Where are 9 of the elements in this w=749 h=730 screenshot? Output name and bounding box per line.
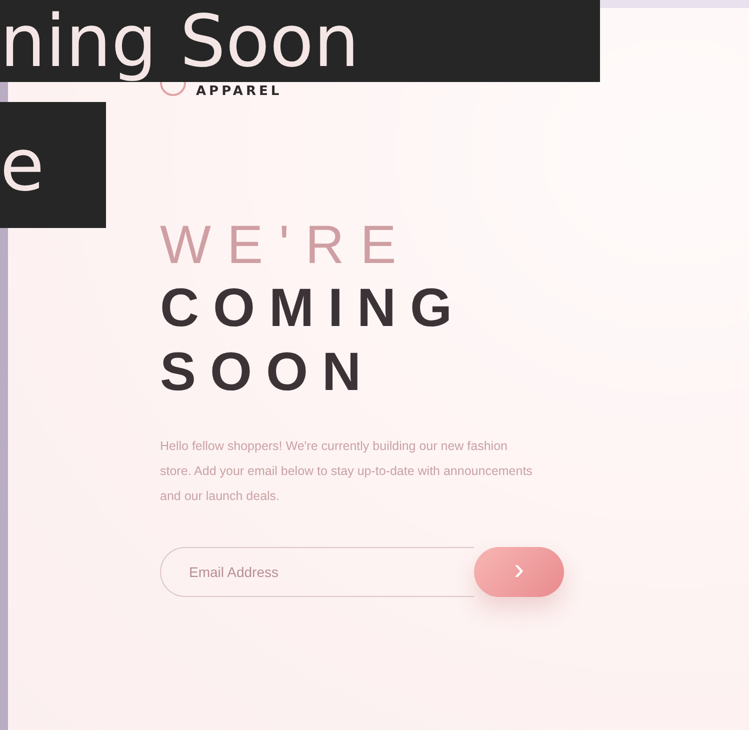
caption-overlay: e bbox=[0, 102, 106, 228]
logo-wordmark: APPAREL bbox=[196, 85, 282, 98]
headline-bold: COMING bbox=[160, 277, 467, 340]
headline-light: WE'RE bbox=[160, 214, 414, 276]
submit-button[interactable]: › bbox=[474, 547, 564, 597]
description-text: Hello fellow shoppers! We're currently building our new fashion store. Add your email below to stay up-to-date with announcements and our launch deals. bbox=[160, 438, 534, 505]
headline-bold: SOON bbox=[160, 341, 376, 404]
email-field[interactable]: Email Address bbox=[160, 547, 474, 597]
caption-overlay: ning Soon bbox=[0, 0, 600, 82]
